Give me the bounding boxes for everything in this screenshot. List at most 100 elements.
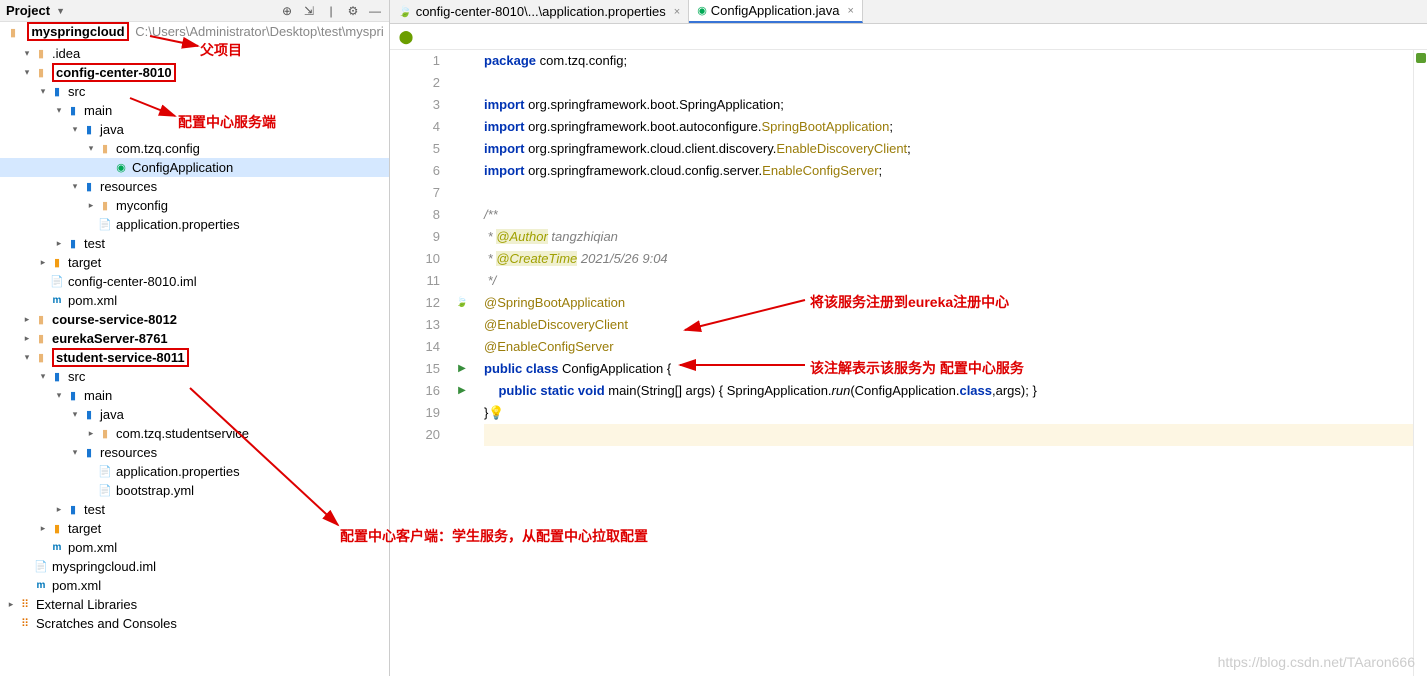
dropdown-icon[interactable]: ▼ bbox=[56, 6, 65, 16]
code-area[interactable]: 123456789101112131415161920 🍃▶▶ package … bbox=[390, 50, 1427, 676]
tree-node[interactable]: ·mpom.xml bbox=[0, 576, 389, 595]
expand-icon[interactable]: · bbox=[84, 466, 98, 476]
code-line[interactable]: public static void main(String[] args) {… bbox=[484, 380, 1413, 402]
expand-icon[interactable]: ▾ bbox=[52, 390, 66, 401]
tree-node[interactable]: ▾▮com.tzq.config bbox=[0, 139, 389, 158]
expand-icon[interactable]: · bbox=[20, 580, 34, 590]
hide-icon[interactable]: — bbox=[367, 3, 383, 19]
code-line[interactable]: @EnableConfigServer bbox=[484, 336, 1413, 358]
code-line[interactable]: /** bbox=[484, 204, 1413, 226]
tree-node[interactable]: ▸▮test bbox=[0, 500, 389, 519]
expand-icon[interactable]: ▾ bbox=[20, 352, 34, 363]
code-line[interactable]: }💡 bbox=[484, 402, 1413, 424]
spring-icon[interactable]: 🍃 bbox=[456, 292, 468, 314]
tree-label: myspringcloud.iml bbox=[52, 559, 156, 574]
code-line[interactable]: * @Author tangzhiqian bbox=[484, 226, 1413, 248]
tree-node[interactable]: ·mpom.xml bbox=[0, 538, 389, 557]
tree-node[interactable]: ▾▮config-center-8010 bbox=[0, 63, 389, 82]
tree-node[interactable]: ▸▮target bbox=[0, 519, 389, 538]
tree-node[interactable]: ·⠿Scratches and Consoles bbox=[0, 614, 389, 633]
code-line[interactable]: * @CreateTime 2021/5/26 9:04 bbox=[484, 248, 1413, 270]
inspect-icon[interactable]: ⬤ bbox=[398, 29, 414, 45]
tree-node[interactable]: ▾▮student-service-8011 bbox=[0, 348, 389, 367]
expand-icon[interactable]: · bbox=[100, 162, 114, 172]
tree-node[interactable]: ▸▮test bbox=[0, 234, 389, 253]
tree-node[interactable]: ▾▮java bbox=[0, 405, 389, 424]
expand-icon[interactable]: ▸ bbox=[36, 523, 50, 534]
expand-icon[interactable]: ▾ bbox=[52, 105, 66, 116]
tree-node[interactable]: ▾▮src bbox=[0, 367, 389, 386]
expand-icon[interactable]: · bbox=[84, 219, 98, 229]
target-icon[interactable]: ⊕ bbox=[279, 3, 295, 19]
close-icon[interactable]: × bbox=[847, 5, 853, 17]
code-line[interactable] bbox=[484, 182, 1413, 204]
expand-icon[interactable]: ▾ bbox=[20, 48, 34, 59]
collapse-icon[interactable]: ⇲ bbox=[301, 3, 317, 19]
expand-icon[interactable]: · bbox=[36, 295, 50, 305]
code-line[interactable] bbox=[484, 72, 1413, 94]
tree-node[interactable]: ▾▮main bbox=[0, 101, 389, 120]
expand-icon[interactable]: ▾ bbox=[68, 447, 82, 458]
tree-node[interactable]: ·📄myspringcloud.iml bbox=[0, 557, 389, 576]
expand-icon[interactable]: ▸ bbox=[20, 314, 34, 325]
tree-node[interactable]: ·📄application.properties bbox=[0, 462, 389, 481]
expand-icon[interactable]: · bbox=[36, 276, 50, 286]
run-icon[interactable]: ▶ bbox=[458, 358, 466, 380]
code-line[interactable]: @SpringBootApplication bbox=[484, 292, 1413, 314]
tree-node[interactable]: ▸▮myconfig bbox=[0, 196, 389, 215]
expand-icon[interactable]: ▸ bbox=[4, 599, 18, 610]
expand-icon[interactable]: ▸ bbox=[52, 238, 66, 249]
tree-node[interactable]: ▸▮course-service-8012 bbox=[0, 310, 389, 329]
tree-node[interactable]: ▾▮resources bbox=[0, 177, 389, 196]
expand-icon[interactable]: · bbox=[20, 561, 34, 571]
expand-icon[interactable]: ▾ bbox=[36, 86, 50, 97]
expand-icon[interactable]: ▾ bbox=[68, 124, 82, 135]
expand-icon[interactable]: ▾ bbox=[68, 181, 82, 192]
tree-node[interactable]: ·📄bootstrap.yml bbox=[0, 481, 389, 500]
run-icon[interactable]: ▶ bbox=[458, 380, 466, 402]
code-line[interactable]: public class ConfigApplication { bbox=[484, 358, 1413, 380]
tree-node[interactable]: ·📄application.properties bbox=[0, 215, 389, 234]
close-icon[interactable]: × bbox=[674, 6, 680, 18]
sidebar-title[interactable]: Project bbox=[6, 3, 50, 18]
tree-node[interactable]: ▾▮java bbox=[0, 120, 389, 139]
editor-tab[interactable]: ◉ConfigApplication.java× bbox=[689, 0, 863, 23]
tree-node[interactable]: ▾▮main bbox=[0, 386, 389, 405]
expand-icon[interactable]: ▸ bbox=[84, 200, 98, 211]
tree-node[interactable]: ▸▮eurekaServer-8761 bbox=[0, 329, 389, 348]
expand-icon[interactable]: ▾ bbox=[84, 143, 98, 154]
tree-node[interactable]: ▸▮target bbox=[0, 253, 389, 272]
gear-icon[interactable]: ⚙ bbox=[345, 3, 361, 19]
expand-icon[interactable]: · bbox=[84, 485, 98, 495]
tree-node[interactable]: ▸⠿External Libraries bbox=[0, 595, 389, 614]
expand-icon[interactable]: · bbox=[4, 618, 18, 628]
project-tree[interactable]: ▾▮.idea▾▮config-center-8010▾▮src▾▮main▾▮… bbox=[0, 42, 389, 676]
editor-tab[interactable]: 🍃config-center-8010\...\application.prop… bbox=[390, 0, 689, 23]
code-line[interactable]: */ bbox=[484, 270, 1413, 292]
expand-icon[interactable]: ▸ bbox=[20, 333, 34, 344]
expand-icon[interactable]: ▸ bbox=[52, 504, 66, 515]
expand-icon[interactable]: · bbox=[36, 542, 50, 552]
expand-icon[interactable]: ▾ bbox=[36, 371, 50, 382]
code-line[interactable]: import org.springframework.boot.SpringAp… bbox=[484, 94, 1413, 116]
code-line[interactable]: import org.springframework.boot.autoconf… bbox=[484, 116, 1413, 138]
code-line[interactable]: import org.springframework.cloud.config.… bbox=[484, 160, 1413, 182]
tree-node[interactable]: ▾▮.idea bbox=[0, 44, 389, 63]
expand-icon[interactable]: ▾ bbox=[68, 409, 82, 420]
project-path[interactable]: ▮ myspringcloud C:\Users\Administrator\D… bbox=[0, 22, 389, 42]
editor-tabbar[interactable]: 🍃config-center-8010\...\application.prop… bbox=[390, 0, 1427, 24]
tree-node[interactable]: ·◉ConfigApplication bbox=[0, 158, 389, 177]
code-line[interactable]: package com.tzq.config; bbox=[484, 50, 1413, 72]
code-line[interactable]: @EnableDiscoveryClient bbox=[484, 314, 1413, 336]
expand-icon[interactable]: ▸ bbox=[36, 257, 50, 268]
code-line[interactable] bbox=[484, 424, 1413, 446]
tree-node[interactable]: ▸▮com.tzq.studentservice bbox=[0, 424, 389, 443]
code-line[interactable]: import org.springframework.cloud.client.… bbox=[484, 138, 1413, 160]
tree-node[interactable]: ·📄config-center-8010.iml bbox=[0, 272, 389, 291]
tree-node[interactable]: ·mpom.xml bbox=[0, 291, 389, 310]
expand-icon[interactable]: ▾ bbox=[20, 67, 34, 78]
tree-node[interactable]: ▾▮src bbox=[0, 82, 389, 101]
code-body[interactable]: package com.tzq.config; import org.spring… bbox=[474, 50, 1413, 676]
tree-node[interactable]: ▾▮resources bbox=[0, 443, 389, 462]
expand-icon[interactable]: ▸ bbox=[84, 428, 98, 439]
